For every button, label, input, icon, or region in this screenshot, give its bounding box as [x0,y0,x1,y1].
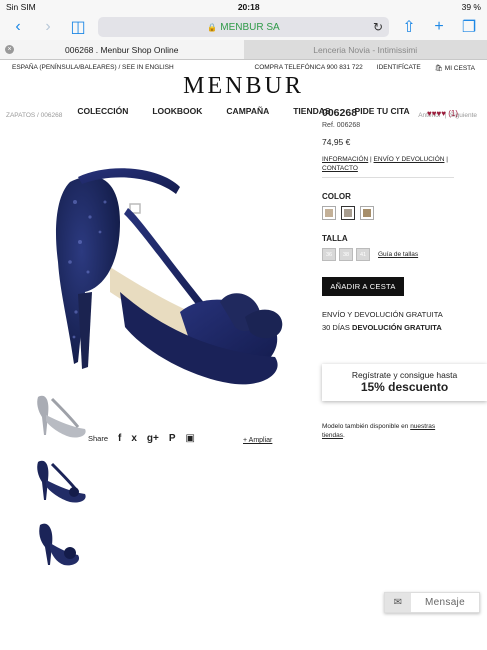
product-price: 74,95 € [322,137,351,147]
size-36[interactable]: 36 [322,248,336,261]
availability-note: Modelo también disponible en nuestras ti… [322,422,452,440]
returns-free: DEVOLUCIÓN GRATUITA [352,323,442,332]
forward-icon[interactable]: › [38,18,58,36]
bookmarks-icon[interactable]: ◫ [68,17,88,37]
top-utility-bar: ESPAÑA (PENÍNSULA/BALEARES) / SEE IN ENG… [0,60,487,72]
clock: 20:18 [237,2,260,12]
size-41[interactable]: 41 [356,248,370,261]
browser-toolbar: ‹ › ◫ 🔒 MENBUR SA ↻ ⇧ + ❐ [0,14,487,40]
zoom-link[interactable]: + Ampliar [243,437,272,444]
availability-period: . [342,432,345,439]
facebook-icon[interactable]: f [118,433,121,444]
tab-label: 006268 . Menbur Shop Online [65,44,179,55]
chat-widget[interactable]: ✉ Mensaje [384,592,480,613]
add-to-cart-button[interactable]: AÑADIR A CESTA [322,277,404,296]
divider [322,177,454,178]
promo-line1: Regístrate y consigue hasta [351,370,458,380]
share-bar: Share f x g+ P ▣ [88,433,195,444]
cart-label: MI CESTA [444,65,475,72]
promo-line2: 15% descuento [360,380,449,394]
web-page: ESPAÑA (PENÍNSULA/BALEARES) / SEE IN ENG… [0,60,487,630]
color-swatch-2[interactable] [341,206,355,220]
returns-days: 30 DÍAS [322,323,350,332]
phone-label: COMPRA TELEFÓNICA 900 831 722 [254,64,363,71]
size-guide-link[interactable]: Guía de tallas [378,251,418,258]
product-ref: Ref. 006268 [322,122,361,129]
availability-text: Modelo también disponible en [322,423,409,430]
twitter-icon[interactable]: x [131,433,137,444]
tab-label: Lenceria Novia - Intimissimi [313,44,418,55]
close-icon[interactable]: × [5,45,14,54]
bag-icon: 🛍 [434,65,443,72]
thumbnail-navy-side[interactable] [30,452,90,508]
carrier-label: Sin SIM [6,2,36,12]
tab-intimissimi[interactable]: Lenceria Novia - Intimissimi [244,40,487,59]
reviews-count: (1) [448,109,458,118]
shipping-link[interactable]: ENVÍO Y DEVOLUCIÓN [374,156,445,163]
color-swatch-1[interactable] [322,206,336,220]
share-label: Share [88,434,109,443]
share-icon[interactable]: ⇧ [399,17,419,37]
google-plus-icon[interactable]: g+ [147,433,159,444]
battery-label: 39 % [461,2,481,12]
size-38[interactable]: 38 [339,248,353,261]
breadcrumb-path[interactable]: ZAPATOS / 006268 [6,112,62,119]
site-logo[interactable]: MENBUR [0,73,487,100]
status-bar: Sin SIM 20:18 39 % [0,0,487,14]
reload-icon[interactable]: ↻ [373,20,383,34]
login-link[interactable]: IDENTIFÍCATE [377,64,421,72]
tab-menbur[interactable]: × 006268 . Menbur Shop Online [0,40,244,59]
contact-link[interactable]: CONTACTO [322,165,358,172]
envelope-icon: ✉ [385,593,411,612]
address-bar[interactable]: 🔒 MENBUR SA ↻ [98,17,389,37]
signup-promo-banner[interactable]: Regístrate y consigue hasta 15% descuent… [322,364,487,401]
tabs-icon[interactable]: ❐ [459,17,479,37]
info-link[interactable]: INFORMACIÓN [322,156,368,163]
shipping-info: ENVÍO Y DEVOLUCIÓN GRATUITA [322,310,443,319]
new-tab-icon[interactable]: + [429,18,449,36]
info-links: INFORMACIÓN | ENVÍO Y DEVOLUCIÓN | CONTA… [322,156,448,172]
instagram-icon[interactable]: ▣ [186,433,195,444]
thumbnail-silver[interactable] [30,387,90,443]
color-swatch-3[interactable] [360,206,374,220]
chat-label: Mensaje [425,597,465,608]
back-icon[interactable]: ‹ [8,18,28,36]
url-text: MENBUR SA [220,21,280,33]
cart-link[interactable]: 🛍 MI CESTA [435,64,475,72]
color-label: COLOR [322,192,351,201]
lock-icon: 🔒 [207,22,218,32]
product-image[interactable] [30,122,310,412]
size-options: 36 38 41 Guía de tallas [322,248,462,261]
region-link[interactable]: ESPAÑA (PENÍNSULA/BALEARES) / SEE IN ENG… [12,64,174,72]
product-details: 006268 ♥♥♥♥ (1) Ref. 006268 74,95 € INFO… [322,107,462,332]
stores-link-2[interactable]: tiendas [322,432,343,439]
heart-icon: ♥♥♥♥ [426,109,446,118]
thumbnail-navy-front[interactable] [30,515,90,571]
size-label: TALLA [322,234,348,243]
rating-stars[interactable]: ♥♥♥♥ (1) [427,109,458,118]
tab-bar: × 006268 . Menbur Shop Online Lenceria N… [0,40,487,60]
pinterest-icon[interactable]: P [169,433,176,444]
returns-info: 30 DÍAS DEVOLUCIÓN GRATUITA [322,323,462,332]
stores-link-1[interactable]: nuestras [410,423,435,430]
color-swatches [322,206,462,220]
